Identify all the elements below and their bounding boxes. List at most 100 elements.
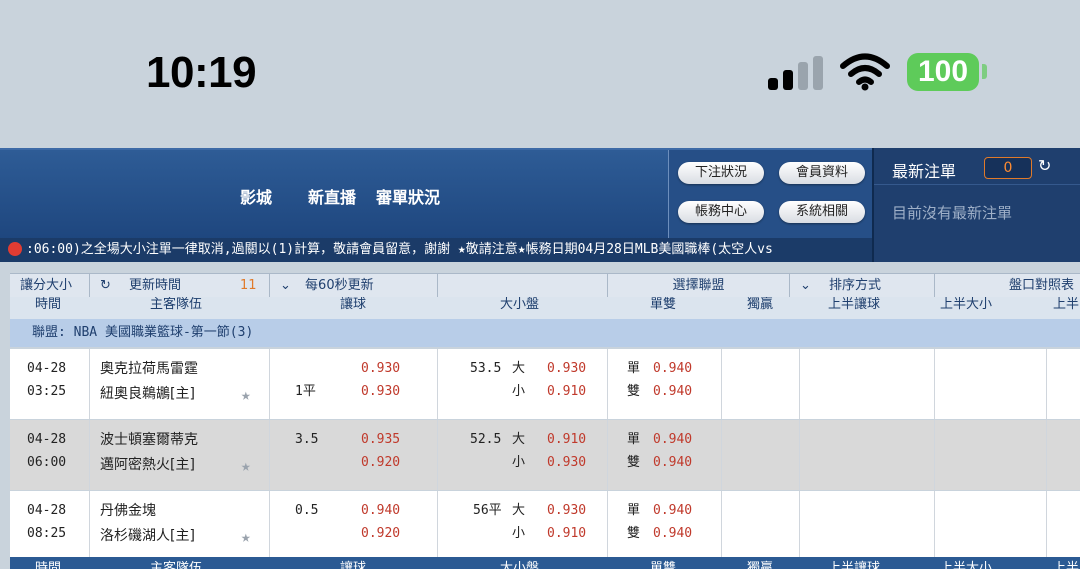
divider [799,491,800,561]
match-time: 03:25 [27,384,67,399]
ou-line: 56平 [473,503,502,518]
system-button[interactable]: 系統相關 [779,201,865,223]
ou-over-label: 大 [512,432,526,447]
site-header: 影城 新直播 審單狀況 下注狀況 會員資料 帳務中心 系統相關 [0,148,873,240]
refresh-button[interactable]: ↻ 更新時間 11 [90,274,270,298]
ticker-text: :06:00)之全場大小注單一律取消,過關以(1)計算，敬請會員留意，謝謝 ★敬… [26,242,773,257]
sort-select[interactable]: ⌄ 排序方式 [790,274,935,298]
handicap-odds-home[interactable]: 0.920 [361,523,400,545]
ou-under-label: 小 [512,526,526,541]
ou-over-label: 大 [512,503,526,518]
col-teams: 主客隊伍 [150,561,203,569]
column-header: 時間 主客隊伍 讓球 大小盤 單雙 獨贏 上半讓球 上半大小 上半 [10,297,1080,319]
account-buttons: 下注狀況 會員資料 帳務中心 系統相關 [668,150,873,240]
handicap-odds-home[interactable]: 0.920 [361,452,400,474]
divider [1046,491,1047,561]
team-home: 邁阿密熱火[主] [100,457,195,473]
handicap-line-home: 1平 [295,384,316,399]
odd-odds[interactable]: 0.940 [653,500,692,522]
column-header-repeat: 時間 主客隊伍 讓球 大小盤 單雙 獨贏 上半讓球 上半大小 上半 [10,557,1080,569]
account-center-button[interactable]: 帳務中心 [678,201,764,223]
divider [799,349,800,419]
divider [437,491,438,561]
star-icon[interactable]: ★ [241,526,251,548]
match-date: 04-28 [27,503,67,518]
handicap-odds-away[interactable]: 0.930 [361,358,400,380]
odd-label: 單 [627,361,641,376]
handicap-odds-home[interactable]: 0.930 [361,381,400,403]
divider [269,491,270,561]
ou-line: 53.5 [470,361,502,376]
even-label: 雙 [627,526,641,541]
ou-under-odds[interactable]: 0.910 [547,381,586,403]
team-away: 奧克拉荷馬雷霆 [100,361,198,377]
divider [1046,349,1047,419]
ou-under-odds[interactable]: 0.930 [547,452,586,474]
odd-label: 單 [627,503,641,518]
team-away: 波士頓塞爾蒂克 [100,432,198,448]
team-home: 紐奧良鵜鶘[主] [100,386,195,402]
col-teams: 主客隊伍 [150,297,203,312]
member-info-button[interactable]: 會員資料 [779,162,865,184]
battery-cap [982,64,987,79]
match-date: 04-28 [27,361,67,376]
col-time: 時間 [35,561,62,569]
ou-handicap-toggle[interactable]: 讓分大小 [10,274,90,298]
even-label: 雙 [627,384,641,399]
divider [799,420,800,490]
divider [721,491,722,561]
refresh-icon[interactable]: ↻ [1038,156,1051,175]
sort-label: 排序方式 [829,278,882,293]
select-league-button[interactable]: 選擇聯盟 [608,274,790,298]
col-over-under: 大小盤 [500,297,540,312]
ou-over-odds[interactable]: 0.910 [547,429,586,451]
ou-under-odds[interactable]: 0.910 [547,523,586,545]
ou-over-odds[interactable]: 0.930 [547,358,586,380]
nav-item-cinema[interactable]: 影城 [240,184,272,208]
refresh-small-icon: ↻ [100,278,111,293]
divider [89,349,90,419]
nav-item-review[interactable]: 審單狀況 [376,184,440,208]
divider [607,349,608,419]
nav-item-live[interactable]: 新直播 [308,184,356,208]
handicap-line-away: 0.5 [295,503,319,518]
latest-bets-count: 0 [984,157,1032,179]
odd-odds[interactable]: 0.940 [653,429,692,451]
auto-refresh-select[interactable]: ⌄ 每60秒更新 [270,274,438,298]
divider [89,491,90,561]
handicap-odds-away[interactable]: 0.940 [361,500,400,522]
ou-over-odds[interactable]: 0.930 [547,500,586,522]
match-time: 08:25 [27,526,67,541]
latest-bets-empty-message: 目前沒有最新注單 [892,204,1013,222]
cellular-signal-icon [768,56,824,90]
col-handicap: 讓球 [340,561,367,569]
even-odds[interactable]: 0.940 [653,381,692,403]
status-bar: 10:19 100 [0,0,1080,148]
odd-odds[interactable]: 0.940 [653,358,692,380]
league-header: 聯盟: NBA 美國職業籃球-第一節(3) [10,319,1080,347]
match-date: 04-28 [27,432,67,447]
odds-compare-button[interactable]: 盤口對照表 [935,274,1080,298]
star-icon[interactable]: ★ [241,455,251,477]
latest-bets-panel: 最新注單 0 ↻ 目前沒有最新注單 [872,148,1080,262]
divider [437,349,438,419]
col-half-handicap: 上半讓球 [828,297,881,312]
bet-status-button[interactable]: 下注狀況 [678,162,764,184]
col-over-under: 大小盤 [500,561,540,569]
handicap-odds-away[interactable]: 0.935 [361,429,400,451]
ou-under-label: 小 [512,384,526,399]
team-away: 丹佛金塊 [100,503,156,519]
star-icon[interactable]: ★ [241,384,251,406]
col-handicap: 讓球 [340,297,367,312]
refresh-countdown: 11 [240,278,257,293]
chevron-down-icon: ⌄ [280,278,291,293]
league-name: 聯盟: NBA 美國職業籃球-第一節(3) [32,325,254,340]
even-odds[interactable]: 0.940 [653,523,692,545]
odds-toolbar: 讓分大小 ↻ 更新時間 11 ⌄ 每60秒更新 選擇聯盟 ⌄ 排序方式 盤口對照… [10,273,1080,298]
wifi-icon [840,53,890,91]
even-odds[interactable]: 0.940 [653,452,692,474]
odd-label: 單 [627,432,641,447]
match-row: 04-28 03:25 奧克拉荷馬雷霆 紐奧良鵜鶘[主] ★ 1平 0.930 … [10,349,1080,419]
alert-icon [8,241,22,256]
auto-refresh-label: 每60秒更新 [305,278,374,293]
